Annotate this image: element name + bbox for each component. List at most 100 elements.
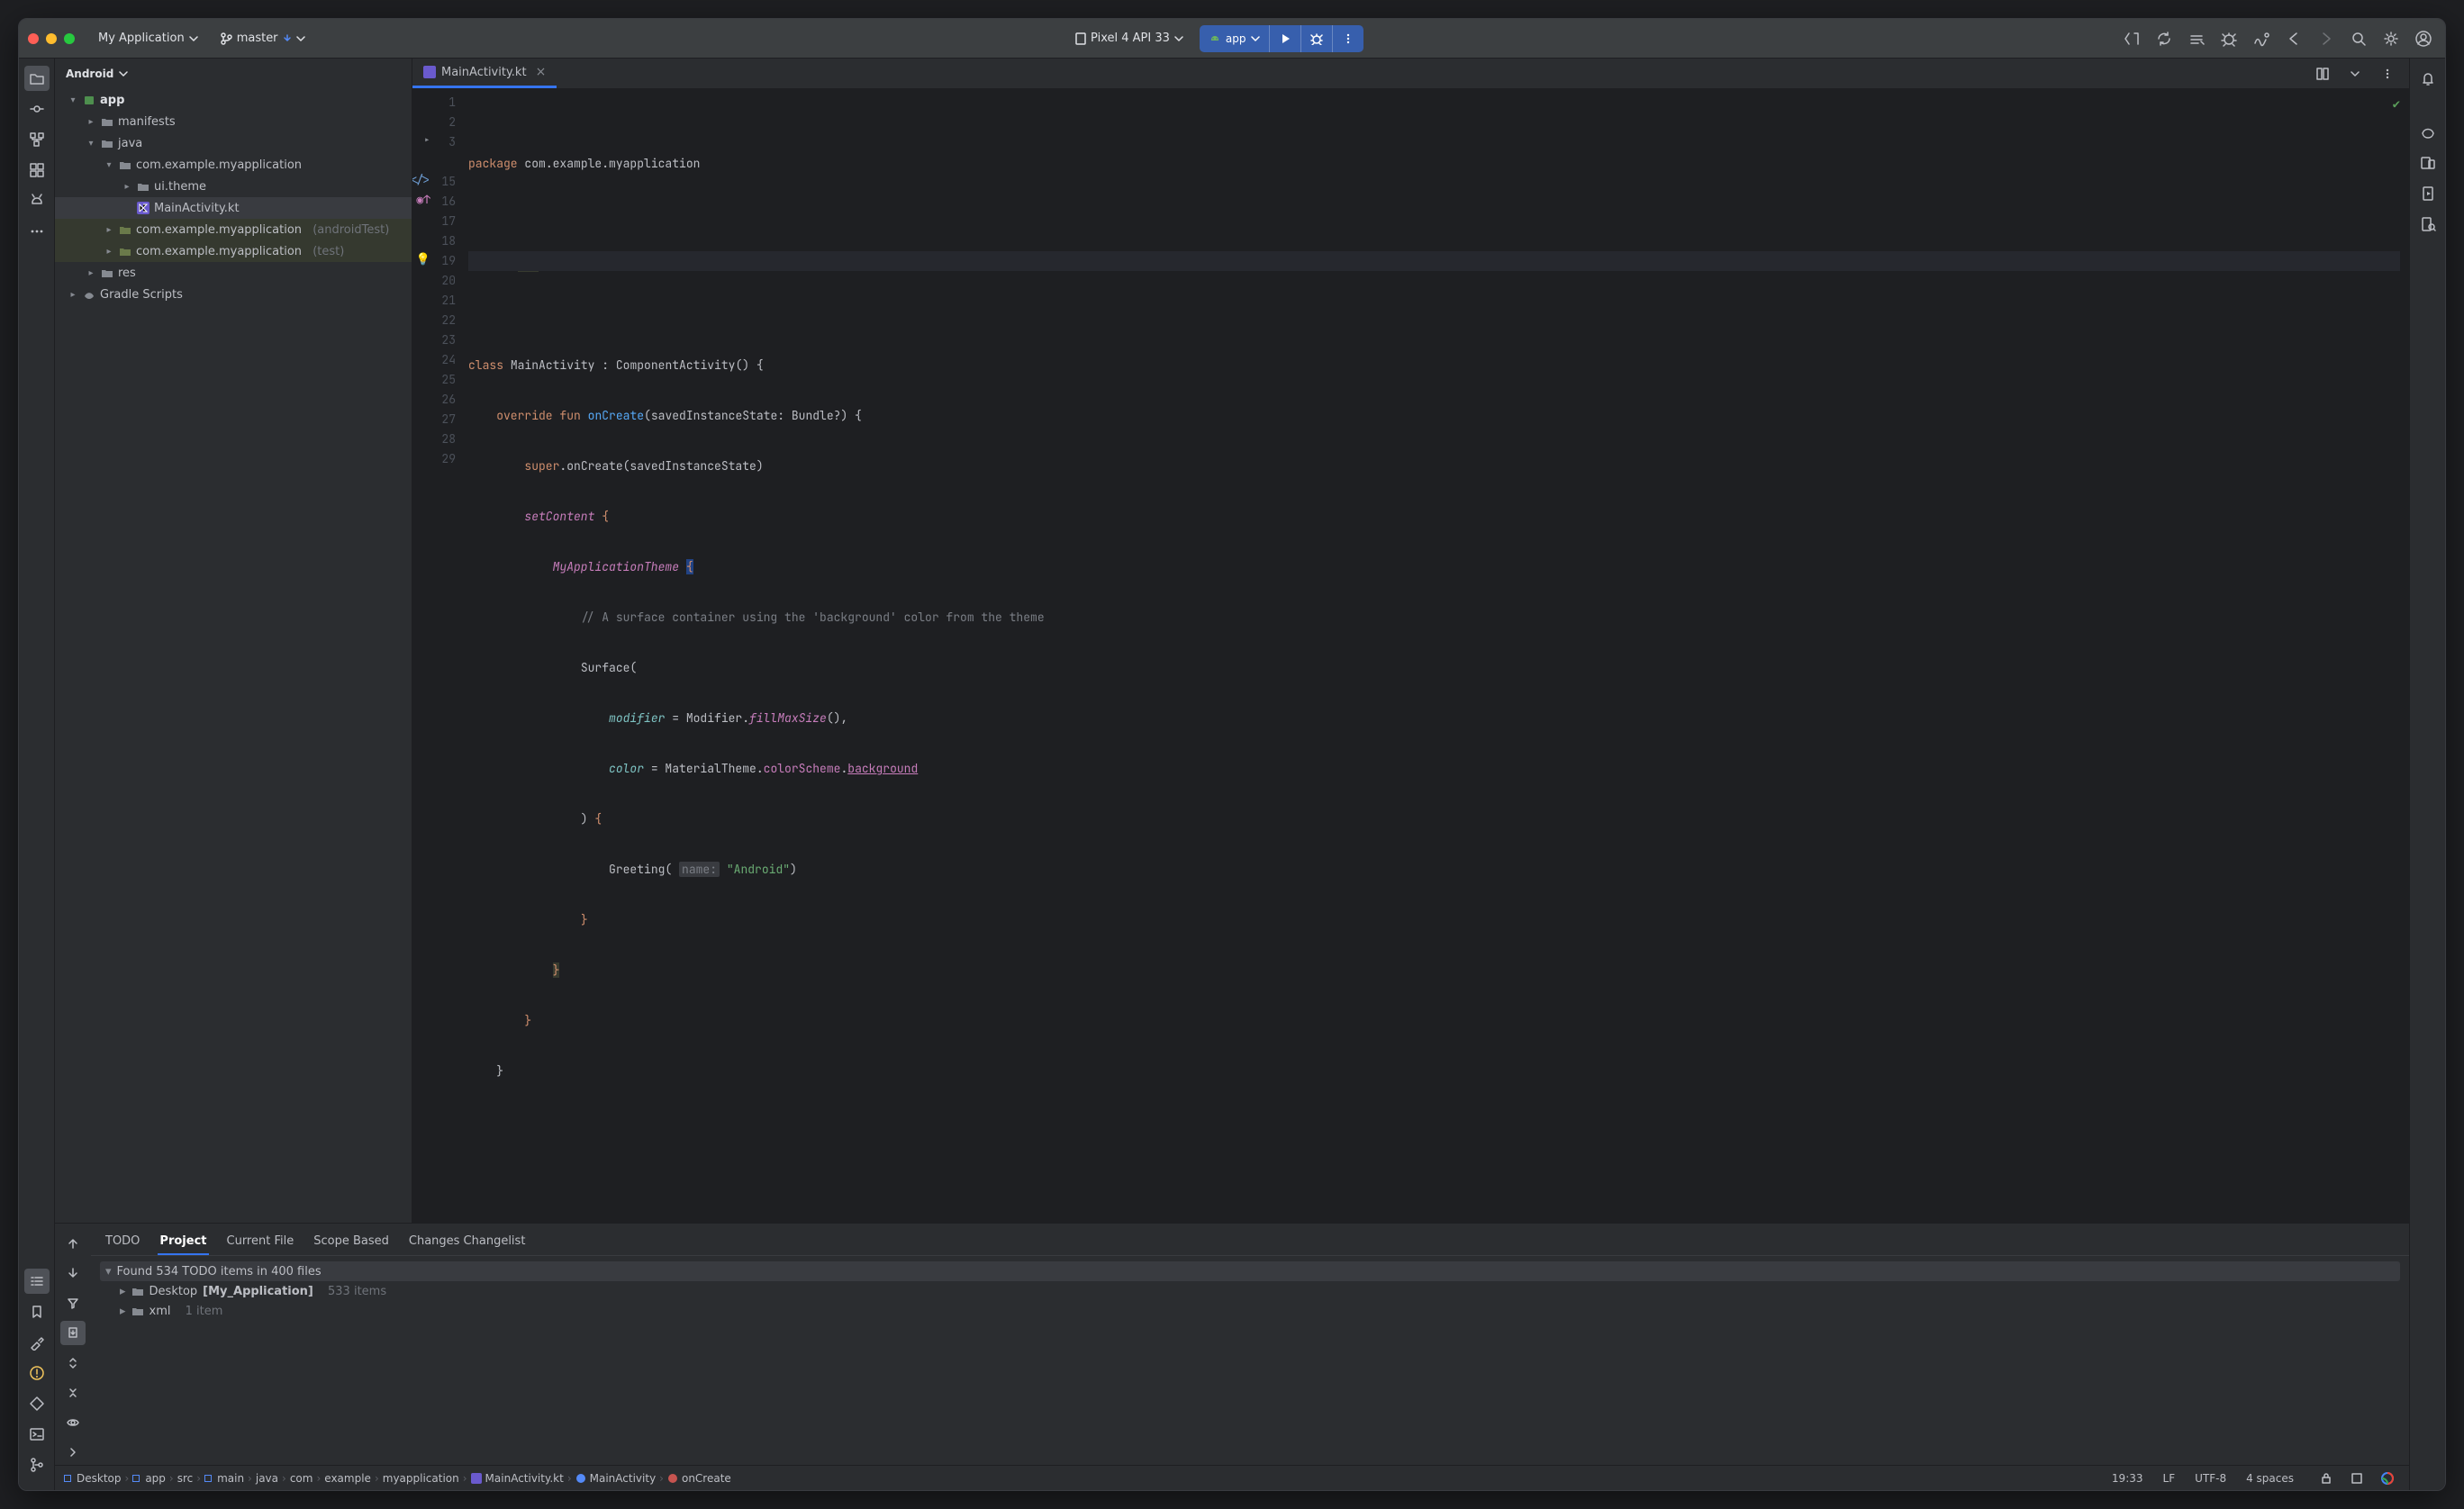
vcs-branch-selector[interactable]: master — [213, 28, 313, 49]
todo-filter-button[interactable] — [60, 1291, 86, 1315]
project-tool-button[interactable] — [24, 66, 50, 91]
todo-row[interactable]: ▸Desktop [My_Application] 533 items — [100, 1281, 2400, 1301]
todo-tool-button[interactable] — [24, 1269, 50, 1294]
close-tab-button[interactable]: × — [536, 65, 547, 79]
commit-tool-button[interactable] — [24, 96, 50, 122]
notifications-button[interactable] — [2415, 66, 2441, 91]
bug-icon — [2221, 31, 2237, 47]
inspection-tool-button[interactable] — [24, 1391, 50, 1416]
device-manager-button[interactable] — [2415, 150, 2441, 176]
todo-expand-button[interactable] — [60, 1351, 86, 1375]
run-more-button[interactable] — [1332, 25, 1363, 52]
todo-row[interactable]: ▸xml 1 item — [100, 1301, 2400, 1321]
debug-button[interactable] — [1300, 25, 1332, 52]
todo-prev-button[interactable] — [60, 1231, 86, 1255]
eye-icon — [67, 1416, 79, 1429]
editor-tab-mainactivity[interactable]: MainActivity.kt × — [412, 59, 557, 88]
sync-icon — [2156, 31, 2172, 47]
todo-tab-changes[interactable]: Changes Changelist — [407, 1229, 528, 1255]
todo-collapse-button[interactable] — [60, 1380, 86, 1405]
inspections-widget[interactable] — [2344, 1466, 2369, 1491]
tab-more-button[interactable] — [2375, 61, 2400, 86]
hammer-icon — [2188, 31, 2205, 47]
todo-tree[interactable]: ▾Found 534 TODO items in 400 files ▸Desk… — [91, 1256, 2409, 1326]
arrow-left-icon — [2286, 31, 2302, 47]
todo-tab-project[interactable]: Project — [158, 1229, 208, 1255]
analysis-ok-icon[interactable]: ✔ — [2393, 95, 2400, 114]
emulator-tool-button[interactable] — [2415, 181, 2441, 206]
reader-mode-button[interactable] — [2310, 61, 2335, 86]
bell-icon — [2420, 70, 2436, 86]
readonly-toggle[interactable] — [2314, 1466, 2339, 1491]
run-configuration: app — [1200, 25, 1363, 52]
code-with-me-button[interactable] — [2119, 26, 2144, 51]
status-bar: Desktop› app› src› main› java› com› exam… — [55, 1465, 2409, 1490]
folder-icon — [101, 137, 113, 149]
project-tree[interactable]: ▾app ▸manifests ▾java ▾com.example.myapp… — [55, 89, 412, 1223]
gradle-tool-button[interactable] — [2415, 120, 2441, 145]
todo-tab-current-file[interactable]: Current File — [225, 1229, 296, 1255]
make-button[interactable] — [2184, 26, 2209, 51]
git-icon — [29, 1457, 45, 1473]
android-tool-button[interactable] — [24, 188, 50, 213]
nav-back-button[interactable] — [2281, 26, 2306, 51]
run-button[interactable] — [1269, 25, 1300, 52]
more-tool-button[interactable] — [24, 219, 50, 244]
project-view-selector: Android — [66, 68, 113, 80]
indent-config[interactable]: 4 spaces — [2246, 1472, 2294, 1485]
build-tool-button[interactable] — [24, 1330, 50, 1355]
vcs-tool-button[interactable] — [24, 1452, 50, 1477]
device-selector[interactable]: Pixel 4 API 33 — [1068, 28, 1191, 49]
settings-button[interactable] — [2378, 26, 2404, 51]
todo-autoscroll-button[interactable] — [60, 1321, 86, 1345]
structure-icon — [29, 131, 45, 148]
resource-manager-tool-button[interactable] — [24, 158, 50, 183]
device-explorer-button[interactable] — [2415, 212, 2441, 237]
run-config-selector[interactable]: app — [1200, 25, 1269, 52]
todo-preview-button[interactable] — [60, 1411, 86, 1435]
gradle-icon — [83, 288, 95, 301]
split-dropdown-button[interactable] — [2342, 61, 2368, 86]
minimize-window-button[interactable] — [46, 33, 57, 44]
close-window-button[interactable] — [28, 33, 39, 44]
phone-search-icon — [2420, 216, 2436, 232]
todo-tab-scope[interactable]: Scope Based — [312, 1229, 391, 1255]
profiler-button[interactable] — [2249, 26, 2274, 51]
gutter: 1 2 3 15 16 17 18 19 20 21 22 2 — [412, 89, 468, 1223]
phone-play-icon — [2420, 185, 2436, 202]
attach-debugger-button[interactable] — [2216, 26, 2242, 51]
code-area[interactable]: 1 2 3 15 16 17 18 19 20 21 22 2 — [412, 89, 2409, 1223]
line-separator[interactable]: LF — [2163, 1472, 2176, 1485]
nav-forward-button[interactable] — [2314, 26, 2339, 51]
bookmarks-icon — [29, 1304, 45, 1320]
google-account-widget[interactable] — [2375, 1466, 2400, 1491]
project-panel-header[interactable]: Android — [55, 59, 412, 89]
problems-tool-button[interactable] — [24, 1360, 50, 1386]
bookmarks-tool-button[interactable] — [24, 1299, 50, 1324]
maximize-window-button[interactable] — [64, 33, 75, 44]
todo-next-button[interactable] — [60, 1261, 86, 1285]
todo-summary: Found 534 TODO items in 400 files — [117, 1265, 322, 1279]
file-encoding[interactable]: UTF-8 — [2195, 1472, 2226, 1485]
todo-tabs: TODO Project Current File Scope Based Ch… — [91, 1224, 2409, 1256]
caret-position[interactable]: 19:33 — [2112, 1472, 2143, 1485]
intention-bulb-icon[interactable]: 💡 — [416, 251, 430, 267]
todo-tab-todo[interactable]: TODO — [104, 1229, 141, 1255]
override-icon[interactable]: ◉↑ — [416, 192, 430, 207]
fold-icon[interactable]: ▸ — [423, 132, 430, 148]
terminal-tool-button[interactable] — [24, 1422, 50, 1447]
window-controls — [28, 33, 75, 44]
branch-name: master — [237, 32, 278, 45]
reload-button[interactable] — [2151, 26, 2177, 51]
branch-icon — [220, 32, 232, 45]
todo-summary-row[interactable]: ▾Found 534 TODO items in 400 files — [100, 1261, 2400, 1281]
todo-more-button[interactable] — [60, 1441, 86, 1465]
account-button[interactable] — [2411, 26, 2436, 51]
lock-icon — [2320, 1472, 2333, 1485]
todo-panel: TODO Project Current File Scope Based Ch… — [55, 1224, 2409, 1465]
search-everywhere-button[interactable] — [2346, 26, 2371, 51]
breadcrumbs[interactable]: Desktop› app› src› main› java› com› exam… — [64, 1472, 2106, 1485]
tree-node-java: java — [118, 137, 142, 150]
project-selector[interactable]: My Application — [91, 28, 205, 49]
structure-tool-button[interactable] — [24, 127, 50, 152]
